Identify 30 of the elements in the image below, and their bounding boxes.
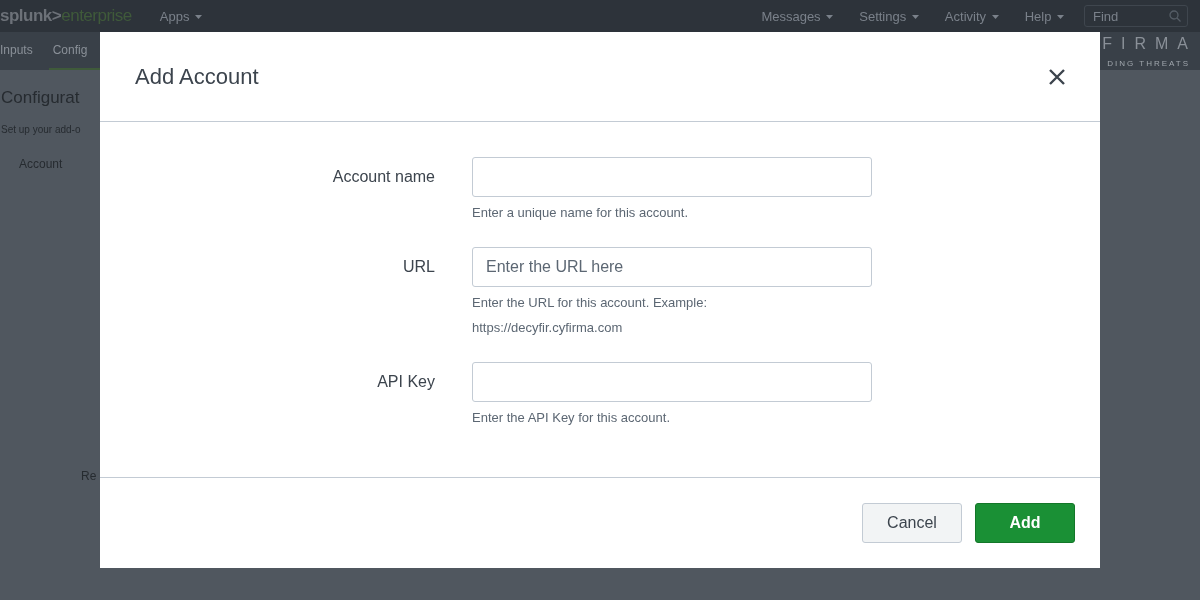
- caret-icon: [826, 15, 834, 20]
- nav-menu[interactable]: Activity: [944, 8, 999, 24]
- caret-icon: [911, 15, 919, 20]
- help-text: Enter the URL for this account. Example: https://decyfir.cyfirma.com: [472, 294, 709, 337]
- brand-logo[interactable]: splunk>enterprise: [0, 6, 132, 26]
- help-text: Enter the API Key for this account.: [472, 409, 671, 427]
- field-label: URL: [402, 257, 435, 277]
- dialog-title: Add Account: [135, 63, 259, 90]
- logo-text: FIRMA: [1102, 34, 1197, 53]
- text-input[interactable]: [472, 362, 872, 402]
- caret-icon: [195, 15, 203, 20]
- text-input[interactable]: [472, 157, 872, 197]
- help-text: Enter a unique name for this account.: [472, 204, 690, 222]
- add-button[interactable]: Add: [975, 503, 1075, 543]
- field-label: API Key: [376, 372, 435, 392]
- caret-icon: [1057, 15, 1064, 20]
- field-label: Account name: [331, 167, 435, 187]
- caret-icon: [991, 15, 999, 20]
- search-field[interactable]: Find: [1084, 5, 1188, 27]
- app-tab[interactable]: Inputs: [0, 32, 49, 70]
- apps-menu[interactable]: Apps: [159, 8, 203, 24]
- close-icon[interactable]: [1048, 67, 1066, 86]
- nav-menu[interactable]: Messages: [761, 8, 834, 24]
- nav-menu[interactable]: Help: [1024, 8, 1064, 24]
- text-input[interactable]: Enter the URL here: [472, 247, 872, 287]
- search-icon: [1169, 10, 1181, 22]
- nav-menu[interactable]: Settings: [859, 8, 919, 24]
- logo-tagline: DING THREATS: [1107, 58, 1190, 68]
- cancel-button[interactable]: Cancel: [862, 503, 962, 543]
- search-input[interactable]: Find: [1091, 7, 1169, 25]
